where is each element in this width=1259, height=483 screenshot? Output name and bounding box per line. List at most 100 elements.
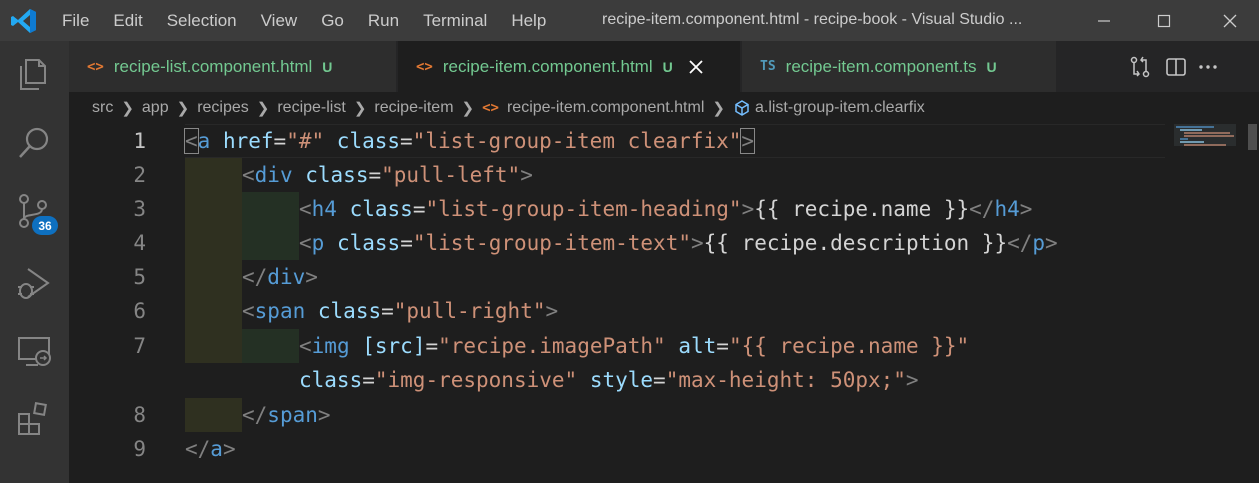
bracket: > (222, 437, 236, 461)
menu-terminal[interactable]: Terminal (423, 11, 487, 31)
bracket: < (299, 197, 312, 221)
menu-run[interactable]: Run (368, 11, 399, 31)
code-area[interactable]: <a href="#" class="list-group-item clear… (184, 124, 1235, 483)
attr-value: "{{ recipe.name }}" (728, 334, 970, 358)
open-changes-icon[interactable] (1129, 56, 1151, 78)
bracket: < (299, 334, 312, 358)
breadcrumb-recipe-list[interactable]: recipe-list (277, 99, 345, 117)
vertical-scrollbar[interactable] (1245, 124, 1259, 483)
html-file-icon: <> (416, 58, 433, 75)
maximize-icon (1157, 14, 1171, 27)
bracket: </ (242, 265, 268, 289)
line-number-gutter: 1 2 3 4 5 6 7 8 9 (69, 124, 179, 483)
breadcrumb-file[interactable]: recipe-item.component.html (507, 99, 704, 117)
attr-value: "list-group-item-text" (412, 231, 691, 255)
activity-bar: 36 (0, 41, 69, 483)
untracked-status: U (662, 58, 673, 75)
minimap[interactable] (1174, 124, 1244, 164)
bracket: < (299, 231, 312, 255)
tag-name: img (311, 334, 350, 358)
html-file-icon: <> (482, 100, 499, 116)
extensions-icon[interactable] (14, 399, 54, 439)
menu-edit[interactable]: Edit (113, 11, 142, 31)
breadcrumb-recipes[interactable]: recipes (197, 99, 249, 117)
chevron-right-icon: ❯ (121, 100, 134, 117)
source-control-badge: 36 (32, 216, 58, 235)
split-editor-icon[interactable] (1165, 56, 1187, 78)
minimize-button[interactable] (1081, 0, 1127, 41)
explorer-icon[interactable] (14, 54, 54, 94)
close-window-button[interactable] (1207, 0, 1253, 41)
tab-recipe-item-ts[interactable]: TS recipe-item.component.ts U (742, 41, 1057, 92)
menu-go[interactable]: Go (321, 11, 344, 31)
typescript-file-icon: TS (760, 59, 776, 74)
bracket: < (242, 299, 255, 323)
bracket: < (242, 163, 255, 187)
more-actions-icon[interactable] (1197, 56, 1219, 78)
attr-value: "img-responsive" (374, 368, 578, 392)
search-icon[interactable] (14, 123, 54, 163)
equals: = (400, 129, 413, 153)
run-debug-icon[interactable] (14, 263, 54, 303)
breadcrumb-src[interactable]: src (92, 99, 113, 117)
line-number: 6 (133, 299, 146, 323)
equals: = (381, 299, 394, 323)
code-line: </a> (185, 432, 236, 466)
line-number: 3 (133, 197, 146, 221)
attr-name: style (589, 368, 654, 392)
equals: = (368, 163, 382, 187)
bracket: > (741, 197, 755, 221)
tag-name: span (254, 299, 306, 323)
attr-name: [src] (362, 334, 426, 358)
menu-view[interactable]: View (261, 11, 298, 31)
code-line: <p class="list-group-item-text">{{ recip… (299, 226, 1058, 260)
vscode-logo-icon[interactable] (10, 7, 38, 35)
tab-recipe-list-html[interactable]: <> recipe-list.component.html U (69, 41, 397, 92)
html-file-icon: <> (87, 58, 104, 75)
code-line: <a href="#" class="list-group-item clear… (184, 124, 756, 158)
equals: = (653, 368, 666, 392)
equals: = (412, 197, 426, 221)
attr-name: class (299, 368, 363, 392)
equals: = (425, 334, 439, 358)
line-number: 1 (133, 129, 146, 153)
close-tab-icon[interactable] (687, 58, 705, 76)
breadcrumb-recipe-item[interactable]: recipe-item (374, 99, 453, 117)
tab-label: recipe-list.component.html (113, 56, 313, 76)
menu-selection[interactable]: Selection (167, 11, 237, 31)
line-number: 7 (133, 334, 146, 358)
tag-name: span (267, 403, 318, 427)
attr-value: "list-group-item-heading" (425, 197, 742, 221)
bracket: </ (1007, 231, 1033, 255)
code-line: <span class="pull-right"> (242, 294, 558, 328)
attr-value: "pull-right" (393, 299, 546, 323)
code-line: <h4 class="list-group-item-heading">{{ r… (299, 192, 1032, 226)
untracked-status: U (322, 58, 333, 75)
breadcrumb-app[interactable]: app (142, 99, 169, 117)
tab-label: recipe-item.component.ts (785, 56, 977, 76)
remote-explorer-icon[interactable] (14, 331, 54, 371)
tag-name: p (1032, 231, 1046, 255)
tag-name: h4 (311, 197, 337, 221)
bracket: > (305, 265, 318, 289)
window-title: recipe-item.component.html - recipe-book… (602, 11, 1023, 28)
equals: = (273, 129, 287, 153)
maximize-button[interactable] (1141, 0, 1187, 41)
attr-name: class (305, 163, 369, 187)
scrollbar-thumb[interactable] (1248, 124, 1257, 150)
equals: = (400, 231, 413, 255)
code-line: </span> (242, 398, 331, 432)
bracket-match: < (184, 128, 199, 154)
line-number: 9 (133, 437, 146, 461)
breadcrumb-symbol[interactable]: a.list-group-item.clearfix (755, 99, 925, 117)
chevron-right-icon: ❯ (461, 100, 475, 117)
bracket: > (691, 231, 704, 255)
menu-help[interactable]: Help (511, 11, 546, 31)
equals: = (362, 368, 375, 392)
bracket: </ (242, 403, 268, 427)
attr-value: "#" (286, 129, 325, 153)
code-line: <div class="pull-left"> (242, 158, 533, 192)
tab-recipe-item-html[interactable]: <> recipe-item.component.html U (398, 41, 741, 92)
menu-file[interactable]: File (62, 11, 89, 31)
code-editor[interactable]: 1 2 3 4 5 6 7 8 9 <a href="#" class="lis… (69, 124, 1259, 483)
